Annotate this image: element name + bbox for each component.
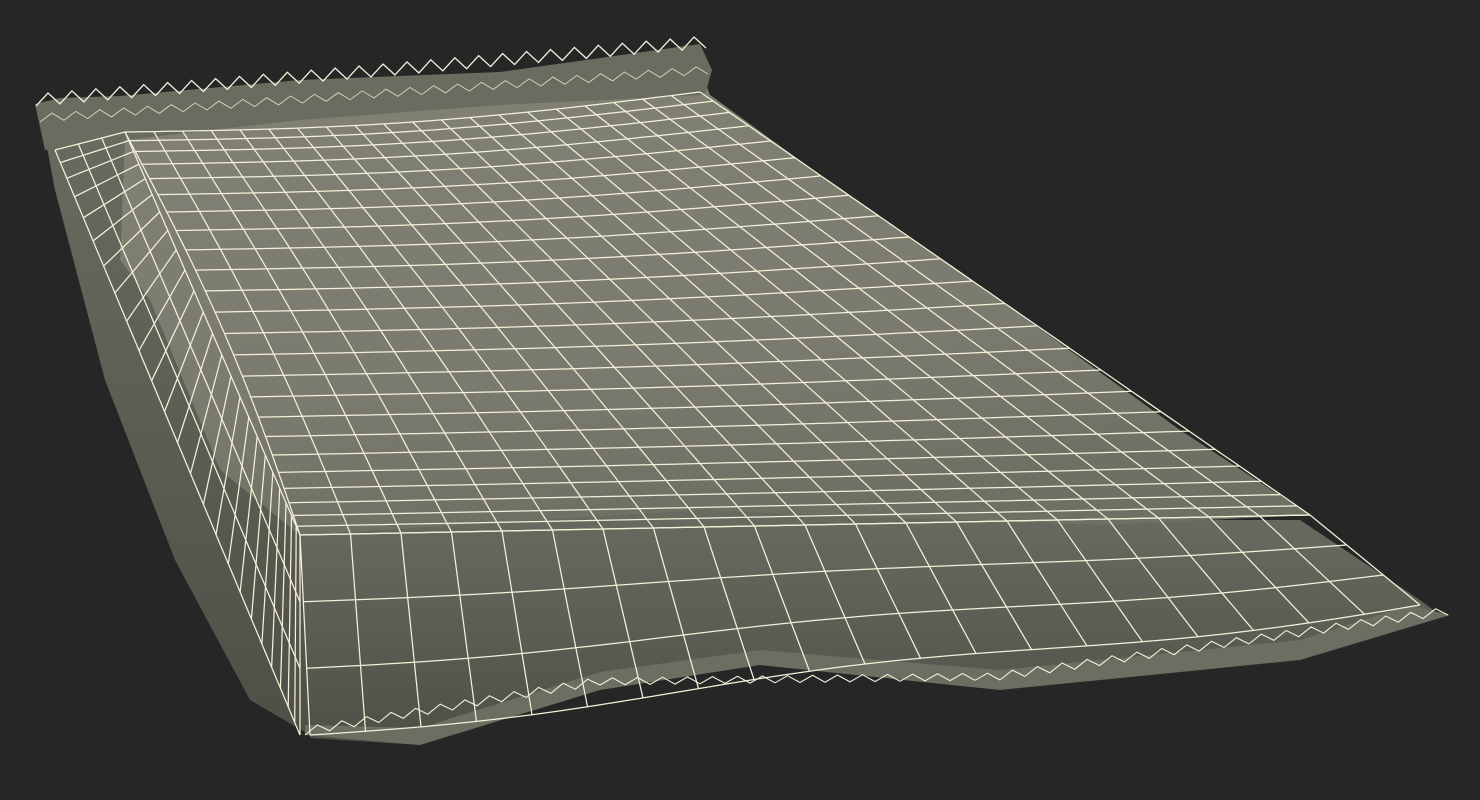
- render-viewport: [0, 0, 1480, 800]
- wireframe-bag-render: [35, 36, 1450, 745]
- bag-front-side: [300, 505, 1440, 745]
- bag-top-surface: [120, 70, 1310, 535]
